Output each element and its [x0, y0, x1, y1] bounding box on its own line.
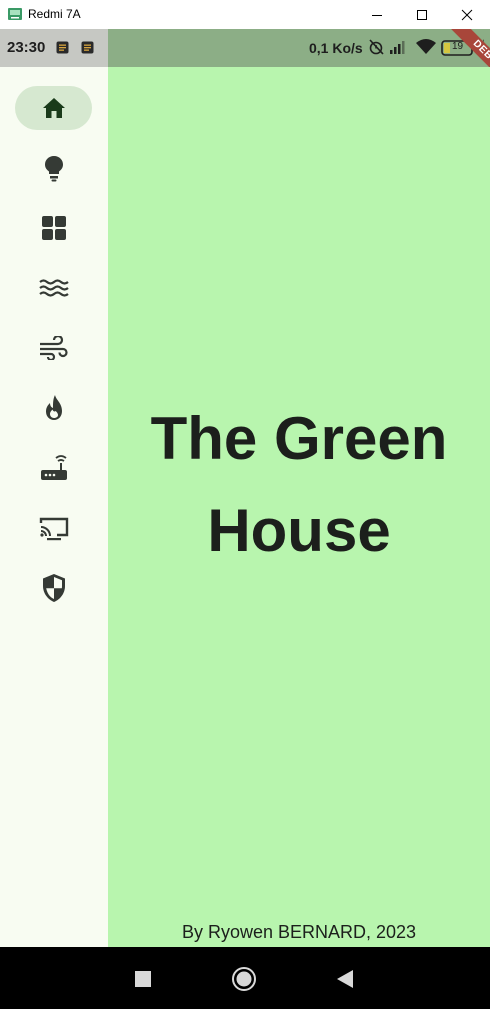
notification-icon [81, 41, 94, 54]
fire-icon [45, 395, 62, 420]
cast-icon [39, 517, 68, 541]
nav-item-water[interactable] [15, 266, 92, 310]
nav-item-heating[interactable] [15, 386, 92, 430]
network-speed: 0,1 Ko/s [309, 40, 363, 56]
system-navigation-bar [0, 947, 490, 1009]
nav-item-lighting[interactable] [15, 146, 92, 190]
navigation-rail [0, 67, 108, 947]
back-icon [337, 970, 353, 988]
alarm-off-icon [369, 39, 384, 55]
lightbulb-icon [44, 156, 63, 182]
nav-item-security[interactable] [15, 566, 92, 610]
home-icon [42, 98, 65, 118]
charging-icon [479, 39, 487, 55]
back-button[interactable] [330, 967, 360, 991]
maximize-icon [417, 9, 427, 20]
nav-item-dashboard[interactable] [15, 206, 92, 250]
home-button[interactable] [229, 967, 259, 991]
circle-home-icon [232, 967, 256, 991]
status-bar: 23:30 0,1 Ko/s 19 [0, 29, 490, 67]
grid-icon [41, 216, 66, 240]
wifi-icon [416, 39, 436, 54]
page-title: The Green House [108, 393, 490, 577]
page-title-line-2: House [207, 497, 391, 564]
recents-button[interactable] [128, 967, 158, 991]
window-titlebar: Redmi 7A [0, 0, 490, 29]
air-icon [39, 336, 68, 360]
app-icon [8, 8, 22, 20]
close-button[interactable] [444, 0, 490, 29]
signal-icon [390, 41, 405, 54]
page-title-line-1: The Green [150, 405, 448, 472]
minimize-button[interactable] [354, 0, 400, 29]
shield-icon [42, 574, 65, 602]
close-icon [461, 9, 473, 20]
main-content: The Green House By Ryowen BERNARD, 2023 [108, 67, 490, 947]
nav-item-network[interactable] [15, 446, 92, 490]
battery-level: 19 [452, 41, 464, 52]
window-title: Redmi 7A [28, 7, 81, 21]
router-icon [40, 455, 67, 480]
nav-item-ventilation[interactable] [15, 326, 92, 370]
status-clock: 23:30 [7, 39, 46, 56]
nav-item-home[interactable] [15, 86, 92, 130]
notification-icon [56, 41, 69, 54]
maximize-button[interactable] [399, 0, 445, 29]
waves-icon [38, 279, 69, 297]
recents-icon [135, 971, 151, 987]
nav-item-cast[interactable] [15, 506, 92, 550]
author-credit: By Ryowen BERNARD, 2023 [181, 922, 417, 942]
minimize-icon [372, 14, 382, 16]
